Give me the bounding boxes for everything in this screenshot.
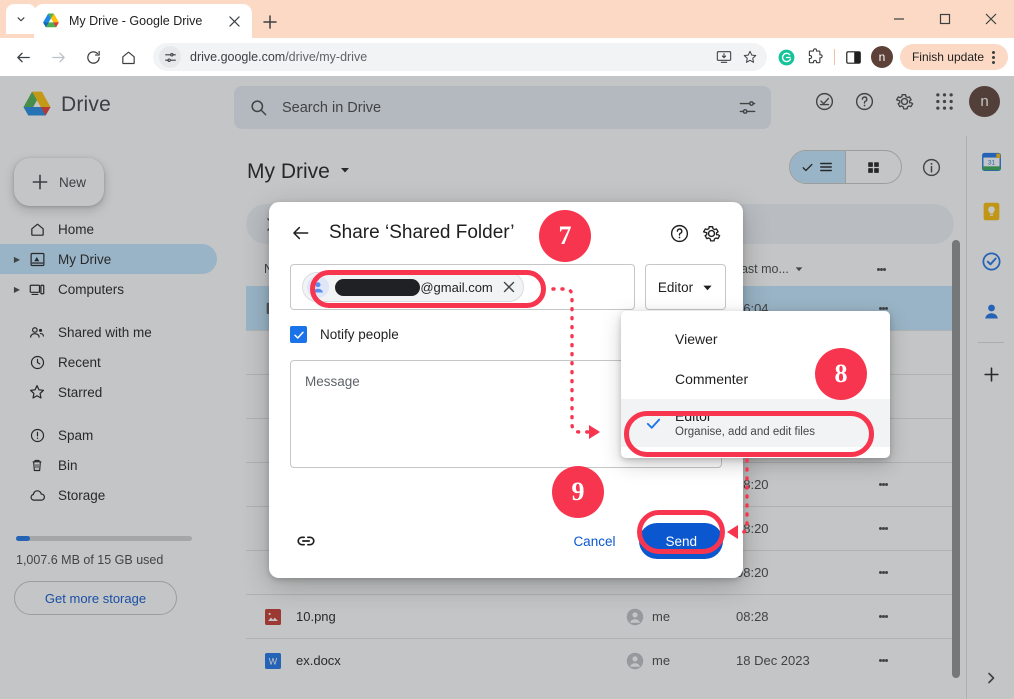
role-select[interactable]: Editor (645, 264, 726, 310)
message-placeholder: Message (305, 374, 360, 389)
role-option-label: Commenter (675, 371, 748, 387)
toolbar-divider (834, 49, 835, 65)
new-tab-button[interactable] (256, 8, 284, 36)
role-option-labels: Commenter (675, 371, 748, 387)
check-icon (293, 329, 305, 341)
side-panel-icon[interactable] (840, 42, 868, 72)
settings-gear-icon[interactable] (695, 217, 727, 249)
finish-update-label: Finish update (912, 50, 984, 64)
finish-update-button[interactable]: Finish update (900, 44, 1008, 70)
close-icon[interactable] (224, 11, 244, 31)
tab-title: My Drive - Google Drive (69, 14, 224, 28)
browser-toolbar: drive.google.com/drive/my-drive n Finish… (0, 38, 1014, 76)
back-arrow-icon[interactable] (285, 217, 317, 249)
annotation-ring-send-button (637, 510, 725, 554)
address-bar[interactable]: drive.google.com/drive/my-drive (153, 43, 767, 71)
reload-icon[interactable] (78, 42, 108, 72)
window-controls (876, 0, 1014, 38)
forward-arrow-icon[interactable] (43, 42, 73, 72)
url-path: /drive/my-drive (285, 50, 367, 64)
notify-people-checkbox[interactable] (290, 326, 307, 343)
url-domain: drive.google.com (190, 50, 285, 64)
role-option-labels: Viewer (675, 331, 718, 347)
step-badge-8: 8 (815, 348, 867, 400)
star-icon[interactable] (737, 44, 763, 70)
chevron-down-icon (702, 282, 713, 293)
annotation-ring-email-chip (310, 270, 546, 308)
help-icon[interactable] (663, 217, 695, 249)
url-text: drive.google.com/drive/my-drive (190, 50, 711, 64)
step-badge-7: 7 (539, 210, 591, 262)
minimize-icon[interactable] (876, 0, 922, 38)
grammarly-icon[interactable] (773, 42, 801, 72)
home-icon[interactable] (113, 42, 143, 72)
back-arrow-icon[interactable] (8, 42, 38, 72)
notify-people-label: Notify people (320, 327, 399, 342)
browser-tab-strip: My Drive - Google Drive (0, 0, 1014, 38)
annotation-ring-editor-option (624, 411, 874, 457)
cancel-button[interactable]: Cancel (559, 526, 629, 557)
site-settings-icon[interactable] (159, 46, 181, 68)
share-dialog-title: Share ‘Shared Folder’ (329, 222, 663, 244)
maximize-icon[interactable] (922, 0, 968, 38)
step-badge-9: 9 (552, 466, 604, 518)
screenshot-root: My Drive - Google Drive (0, 0, 1014, 699)
close-icon[interactable] (968, 0, 1014, 38)
share-dialog-header: Share ‘Shared Folder’ (269, 202, 743, 264)
browser-profile-avatar[interactable]: n (871, 46, 893, 68)
tab-search-chevron-icon[interactable] (6, 4, 36, 34)
role-option-label: Viewer (675, 331, 718, 347)
drive-logo-icon (42, 12, 60, 30)
link-icon[interactable] (289, 524, 323, 558)
browser-tab[interactable]: My Drive - Google Drive (34, 4, 252, 38)
install-app-icon[interactable] (711, 44, 737, 70)
three-dot-menu-icon[interactable] (984, 48, 1002, 66)
role-select-value: Editor (658, 280, 693, 295)
extensions-icon[interactable] (801, 42, 829, 72)
notify-people-row[interactable]: Notify people (290, 326, 399, 343)
